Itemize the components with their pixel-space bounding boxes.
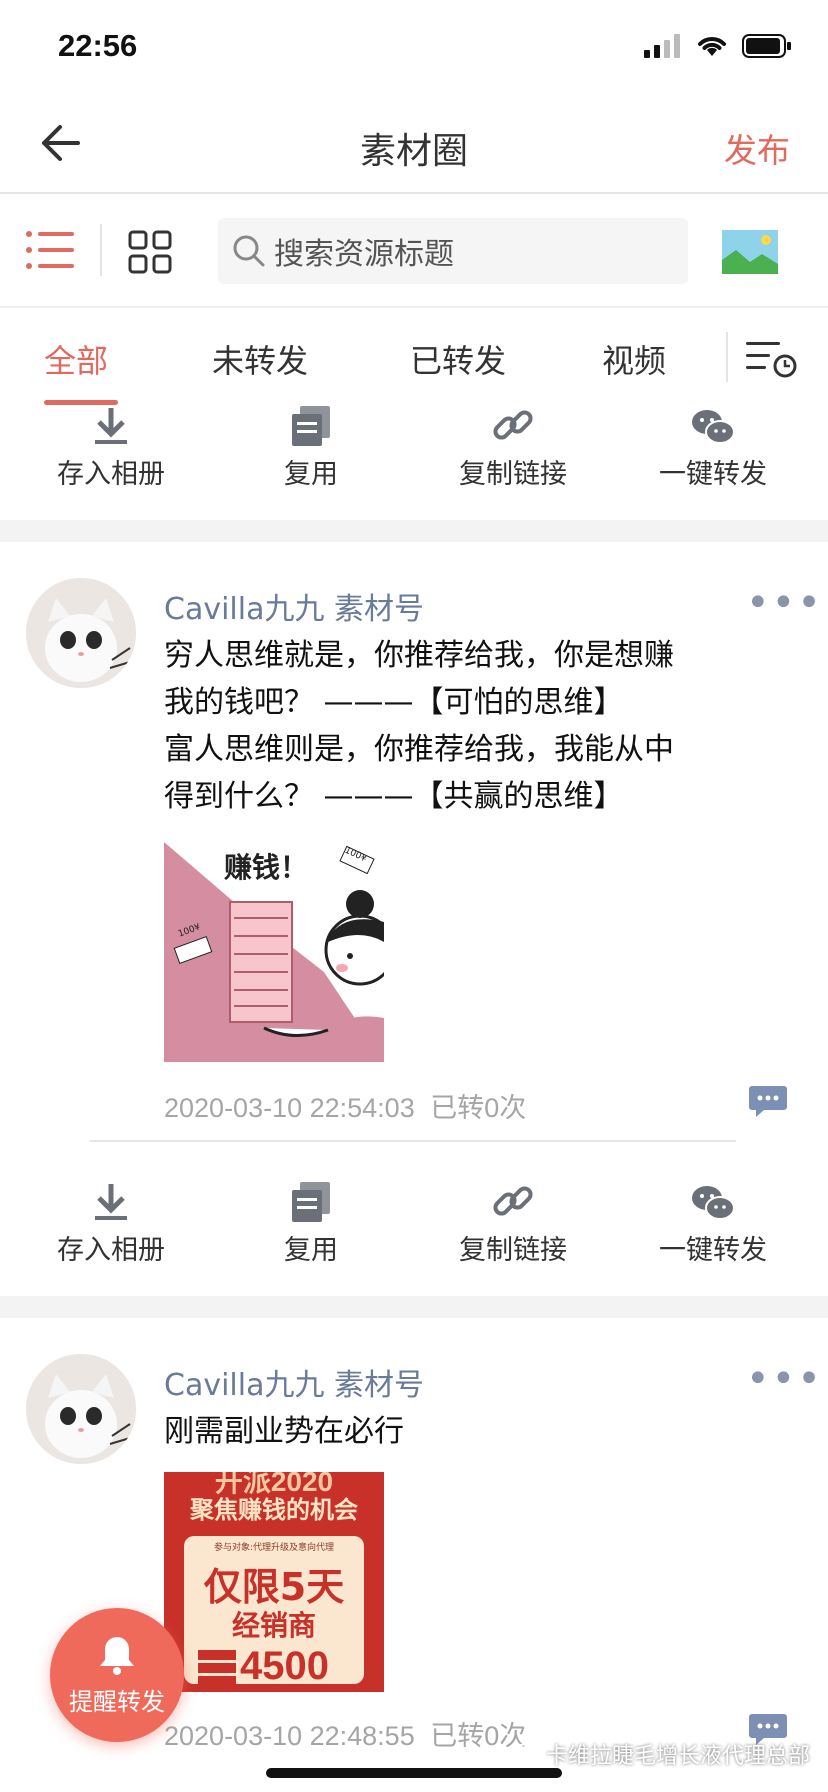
post-text-line: 富人思维则是，你推荐给我，我能从中 xyxy=(164,732,674,767)
history-filter-icon[interactable] xyxy=(746,338,798,378)
reuse-action[interactable]: 复用 xyxy=(231,400,391,491)
battery-icon xyxy=(742,34,791,58)
status-icons xyxy=(644,34,792,58)
forward-count: 已转0次 xyxy=(430,1093,527,1123)
watermark: 卡维拉睫毛增长液代理总部 xyxy=(513,1738,810,1770)
tab-not-forwarded[interactable]: 未转发 xyxy=(212,336,308,382)
tab-all[interactable]: 全部 xyxy=(44,336,108,382)
copy-link-label: 复制链接 xyxy=(459,459,567,490)
save-album-label: 存入相册 xyxy=(57,1235,165,1266)
post-image[interactable]: 赚钱！ 100¥ 100¥ xyxy=(164,842,396,1062)
image-caption: 赚钱！ xyxy=(224,851,309,884)
wechat-icon xyxy=(692,410,735,444)
post-author[interactable]: Cavilla九九 素材号 xyxy=(164,1360,424,1404)
post-meta: 2020-03-10 22:48:55 已转0次 xyxy=(164,1714,526,1753)
post-text-line: 得到什么？ ———【共赢的思维】 xyxy=(164,779,624,814)
download-icon xyxy=(95,408,127,444)
comment-icon[interactable] xyxy=(748,1084,788,1118)
post-image[interactable]: 开派2020 聚焦赚钱的机会 参与对象:代理升级及意向代理 仅限5天 经销商 4… xyxy=(164,1472,384,1692)
wechat-icon xyxy=(692,1186,735,1220)
post-meta: 2020-03-10 22:54:03 已转0次 xyxy=(164,1086,526,1125)
post-text-line: 刚需副业势在必行 xyxy=(164,1414,404,1449)
watermark-text: 卡维拉睫毛增长液代理总部 xyxy=(545,1744,810,1769)
link-icon xyxy=(493,410,533,440)
save-album-action[interactable]: 存入相册 xyxy=(31,1176,191,1267)
signal-icon xyxy=(644,34,680,58)
more-options-icon[interactable]: ••• xyxy=(746,580,823,626)
search-input[interactable]: 搜索资源标题 xyxy=(218,218,688,284)
post-text: 刚需副业势在必行 xyxy=(164,1408,764,1455)
post-text: 穷人思维就是，你推荐给我，你是想赚 我的钱吧？ ———【可怕的思维】 富人思维则… xyxy=(164,632,764,820)
wifi-icon xyxy=(698,37,726,56)
bell-icon xyxy=(100,1636,134,1675)
poster-price: 4500 xyxy=(240,1644,329,1688)
image-gallery-icon[interactable] xyxy=(722,230,778,274)
page-title: 素材圈 xyxy=(359,131,468,172)
list-menu-icon[interactable] xyxy=(26,230,76,270)
poster-sub-note: 参与对象:代理升级及意向代理 xyxy=(213,1543,335,1553)
nav-divider xyxy=(0,192,828,194)
post-author[interactable]: Cavilla九九 素材号 xyxy=(164,584,424,628)
wechat-official-icon xyxy=(513,1743,540,1765)
status-time: 22:56 xyxy=(58,28,138,63)
one-click-forward-label: 一键转发 xyxy=(659,459,767,490)
poster-headline: 聚焦赚钱的机会 xyxy=(190,1496,358,1524)
section-gap xyxy=(0,1296,828,1318)
section-gap xyxy=(0,520,828,542)
copy-link-action[interactable]: 复制链接 xyxy=(433,1176,593,1267)
remind-forward-button[interactable]: 提醒转发 xyxy=(50,1608,184,1742)
remind-forward-label: 提醒转发 xyxy=(69,1687,165,1716)
tab-video[interactable]: 视频 xyxy=(602,336,666,382)
forward-count: 已转0次 xyxy=(430,1721,527,1751)
reuse-document-icon xyxy=(292,1182,330,1222)
one-click-forward-action[interactable]: 一键转发 xyxy=(633,400,793,491)
home-indicator[interactable] xyxy=(266,1768,562,1778)
one-click-forward-action[interactable]: 一键转发 xyxy=(633,1176,793,1267)
grid-view-icon[interactable] xyxy=(128,230,172,274)
more-options-icon[interactable]: ••• xyxy=(746,1356,823,1402)
save-album-label: 存入相册 xyxy=(57,459,165,490)
publish-button[interactable]: 发布 xyxy=(724,124,790,172)
copy-link-action[interactable]: 复制链接 xyxy=(433,400,593,491)
reuse-document-icon xyxy=(292,406,330,446)
toolbar-divider xyxy=(0,306,828,308)
reuse-action[interactable]: 复用 xyxy=(231,1176,391,1267)
poster-dealer: 经销商 xyxy=(231,1609,316,1642)
post-text-line: 穷人思维就是，你推荐给我，你是想赚 xyxy=(164,638,674,673)
cat-avatar-image xyxy=(26,1354,136,1464)
cat-avatar-image xyxy=(26,578,136,688)
save-album-action[interactable]: 存入相册 xyxy=(31,400,191,491)
post-divider xyxy=(90,1140,736,1142)
tab-forwarded[interactable]: 已转发 xyxy=(410,336,506,382)
reuse-label: 复用 xyxy=(284,1235,338,1266)
toolbar-separator xyxy=(100,224,102,276)
download-icon xyxy=(95,1184,127,1220)
tab-separator xyxy=(726,332,728,382)
post-timestamp: 2020-03-10 22:54:03 xyxy=(164,1093,415,1123)
avatar[interactable] xyxy=(26,578,136,688)
search-icon xyxy=(233,235,265,267)
one-click-forward-label: 一键转发 xyxy=(659,1235,767,1266)
copy-link-label: 复制链接 xyxy=(459,1235,567,1266)
poster-limit: 仅限5天 xyxy=(203,1565,345,1609)
search-placeholder: 搜索资源标题 xyxy=(274,237,454,272)
link-icon xyxy=(493,1186,533,1216)
poster-tag-block xyxy=(198,1650,236,1686)
post-timestamp: 2020-03-10 22:48:55 xyxy=(164,1721,415,1751)
reuse-label: 复用 xyxy=(284,459,338,490)
avatar[interactable] xyxy=(26,1354,136,1464)
post-text-line: 我的钱吧？ ———【可怕的思维】 xyxy=(164,685,624,720)
